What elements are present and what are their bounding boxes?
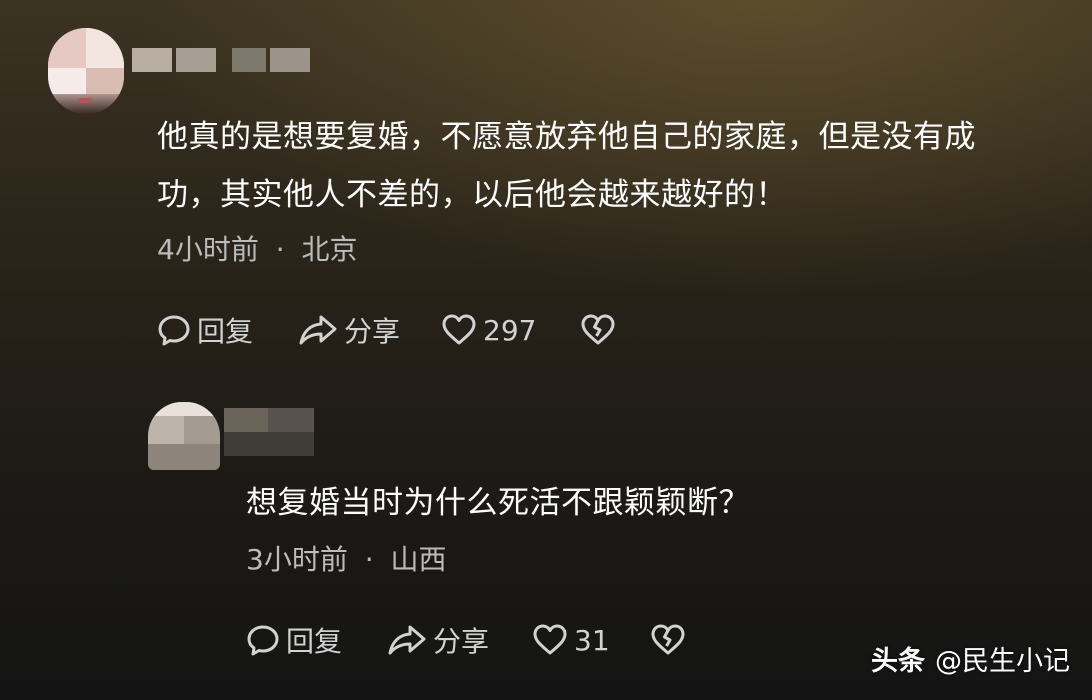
avatar-pixel: [184, 416, 220, 444]
comment-meta: 4小时前 · 北京: [157, 230, 358, 270]
like-button[interactable]: 297: [441, 308, 536, 352]
like-count: 297: [483, 313, 537, 347]
heart-icon: [532, 623, 568, 657]
broken-heart-icon: [650, 623, 686, 657]
avatar[interactable]: [148, 402, 220, 470]
comment-text-line: 想复婚当时为什么死活不跟颖颖断？: [246, 485, 750, 521]
avatar-pixel: [48, 68, 86, 94]
dislike-button[interactable]: [650, 618, 686, 662]
like-button[interactable]: 31: [532, 618, 610, 662]
comment-location: 山西: [390, 543, 447, 576]
reply-label: 回复: [197, 315, 254, 348]
comment-meta: 3小时前 · 山西: [246, 540, 447, 580]
comment-time: 4小时前: [157, 233, 259, 266]
meta-separator: ·: [364, 543, 374, 576]
share-button[interactable]: 分享: [387, 618, 489, 662]
speech-bubble-icon: [157, 313, 191, 347]
broken-heart-icon: [580, 313, 616, 347]
reply-label: 回复: [286, 625, 343, 658]
comment-text: 想复婚当时为什么死活不跟颖颖断？: [246, 474, 750, 532]
username-blurred[interactable]: [132, 48, 312, 72]
like-count: 31: [574, 623, 610, 657]
comment-location: 北京: [301, 233, 358, 266]
watermark-brand: 头条: [871, 646, 925, 677]
username-blurred[interactable]: [224, 408, 314, 456]
avatar-pixel: [148, 444, 220, 470]
avatar-detail: [78, 98, 92, 103]
reply-button[interactable]: 回复: [157, 308, 253, 352]
dislike-button[interactable]: [580, 308, 616, 352]
share-label: 分享: [344, 315, 401, 348]
comment-text-line: 功，其实他人不差的，以后他会越来越好的！: [157, 177, 787, 213]
avatar-pixel: [148, 416, 184, 444]
speech-bubble-icon: [246, 623, 280, 657]
avatar-pixel: [86, 28, 124, 68]
heart-icon: [441, 313, 477, 347]
reply-button[interactable]: 回复: [246, 618, 342, 662]
meta-separator: ·: [275, 233, 285, 266]
comment-text-line: 他真的是想要复婚，不愿意放弃他自己的家庭，但是没有成: [157, 119, 976, 155]
share-button[interactable]: 分享: [298, 308, 400, 352]
avatar-pixel: [48, 28, 86, 68]
watermark: 头条 @民生小记: [871, 640, 1070, 684]
share-label: 分享: [433, 625, 490, 658]
avatar[interactable]: [48, 28, 124, 114]
watermark-account: @民生小记: [935, 646, 1070, 677]
share-arrow-icon: [387, 623, 427, 657]
avatar-pixel: [86, 68, 124, 94]
avatar-pixel: [148, 402, 220, 416]
comment-time: 3小时前: [246, 543, 348, 576]
share-arrow-icon: [298, 313, 338, 347]
comment-text: 他真的是想要复婚，不愿意放弃他自己的家庭，但是没有成 功，其实他人不差的，以后他…: [157, 108, 976, 224]
